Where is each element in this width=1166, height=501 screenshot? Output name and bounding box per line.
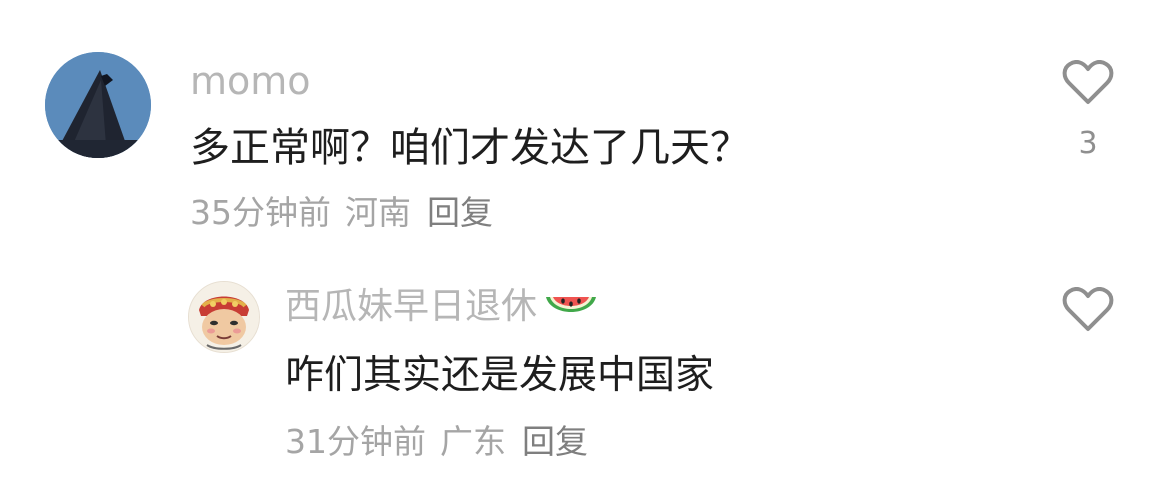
avatar-image	[189, 282, 259, 352]
watermelon-icon	[543, 289, 599, 325]
reply-button[interactable]: 回复	[427, 196, 493, 229]
comment-content: 多正常啊？咱们才发达了几天？	[190, 125, 750, 171]
avatar[interactable]	[45, 52, 151, 158]
comment-meta: 35分钟前 河南 回复	[190, 196, 493, 229]
heart-icon	[1062, 287, 1114, 331]
comment-username[interactable]: 西瓜妹早日退休	[285, 289, 537, 325]
like-count: 3	[1078, 126, 1098, 161]
comment-time: 31分钟前	[285, 422, 426, 461]
avatar[interactable]	[188, 281, 260, 353]
comment-time: 35分钟前	[190, 193, 331, 232]
reply-button[interactable]: 回复	[522, 425, 588, 458]
heart-icon	[1062, 60, 1114, 104]
avatar-image	[45, 52, 151, 158]
comment-location: 广东	[440, 422, 506, 461]
comment-thread: momo 多正常啊？咱们才发达了几天？ 35分钟前 河南 回复 3 西瓜妹早日退…	[0, 0, 1166, 501]
comment-location: 河南	[345, 193, 411, 232]
like-button[interactable]	[1062, 287, 1114, 333]
comment-content: 咋们其实还是发展中国家	[285, 353, 715, 398]
comment-meta: 31分钟前 广东 回复	[285, 425, 588, 458]
reply-username-row: 西瓜妹早日退休	[285, 289, 599, 325]
like-button[interactable]	[1062, 60, 1114, 106]
comment-username[interactable]: momo	[190, 62, 311, 100]
